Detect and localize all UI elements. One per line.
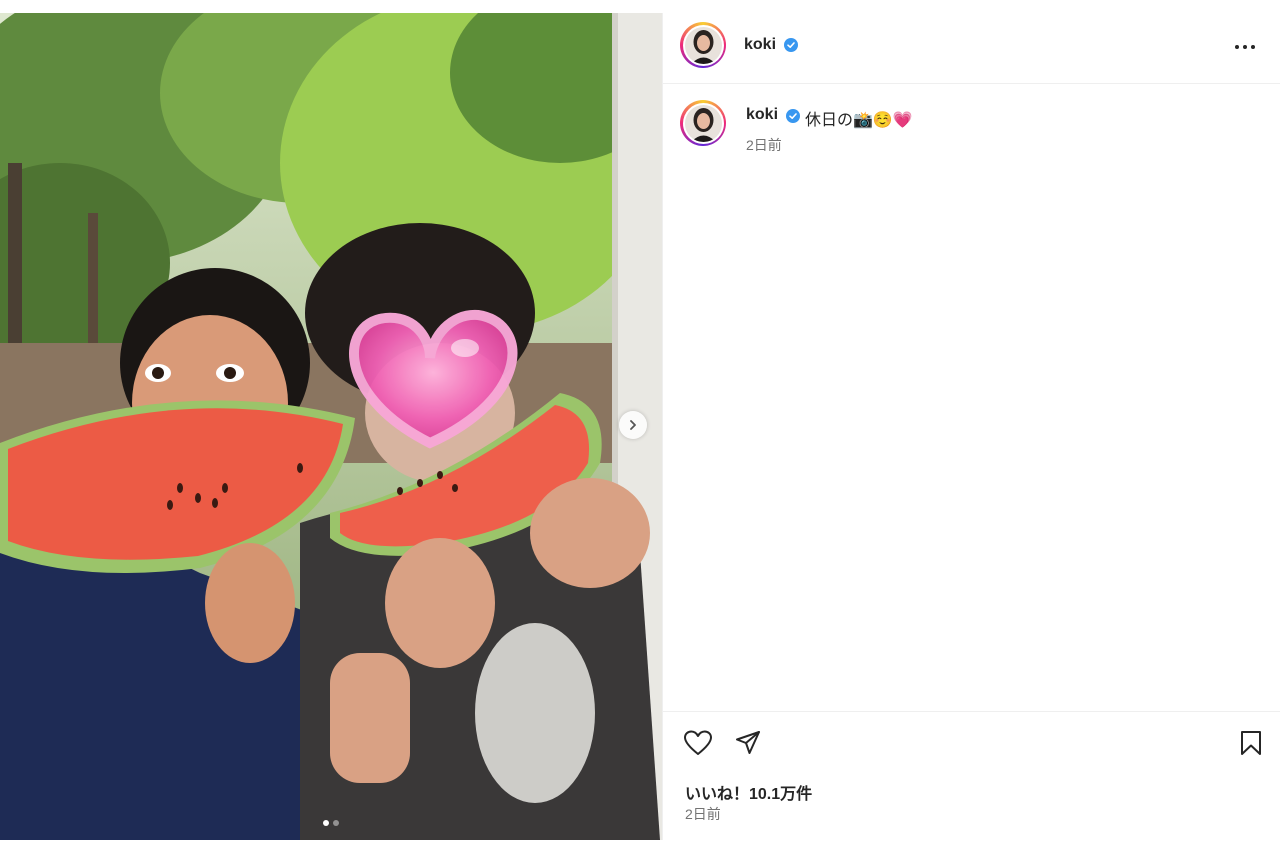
photo-illustration (0, 13, 662, 840)
verified-badge-icon (786, 109, 800, 123)
post-sidebar: koki koki 休日の📸☺️💗 2日前 いいね！10.1万件 2日前 (662, 13, 1280, 840)
caption-timestamp[interactable]: 2日前 (746, 135, 782, 155)
post-actions: いいね！10.1万件 2日前 (663, 711, 1280, 841)
carousel-dot (333, 820, 339, 826)
header-avatar[interactable] (680, 22, 726, 68)
caption-username[interactable]: koki (746, 106, 778, 124)
caption-avatar[interactable] (680, 100, 726, 146)
more-options-icon (1235, 45, 1255, 49)
caption-text: 休日の📸☺️💗 (805, 112, 913, 129)
heart-outline-icon (684, 730, 712, 755)
verified-badge-icon (784, 38, 798, 52)
chevron-right-icon (630, 420, 636, 430)
more-options-button[interactable] (1233, 35, 1257, 59)
save-button[interactable] (1236, 728, 1266, 758)
post-timestamp[interactable]: 2日前 (685, 804, 721, 824)
post-header: koki (663, 13, 1280, 84)
profile-photo (684, 104, 722, 142)
bookmark-icon (1241, 731, 1261, 755)
likes-count[interactable]: いいね！10.1万件 (685, 780, 812, 804)
post-photo[interactable] (0, 13, 662, 840)
carousel-next-button[interactable] (619, 411, 647, 439)
header-username[interactable]: koki (744, 36, 776, 54)
paper-plane-icon (736, 731, 760, 754)
carousel-dot-active (323, 820, 329, 826)
profile-photo (684, 26, 722, 64)
carousel-indicator (0, 820, 662, 826)
share-button[interactable] (733, 728, 763, 758)
like-button[interactable] (683, 728, 713, 758)
bottom-margin (0, 840, 1280, 854)
